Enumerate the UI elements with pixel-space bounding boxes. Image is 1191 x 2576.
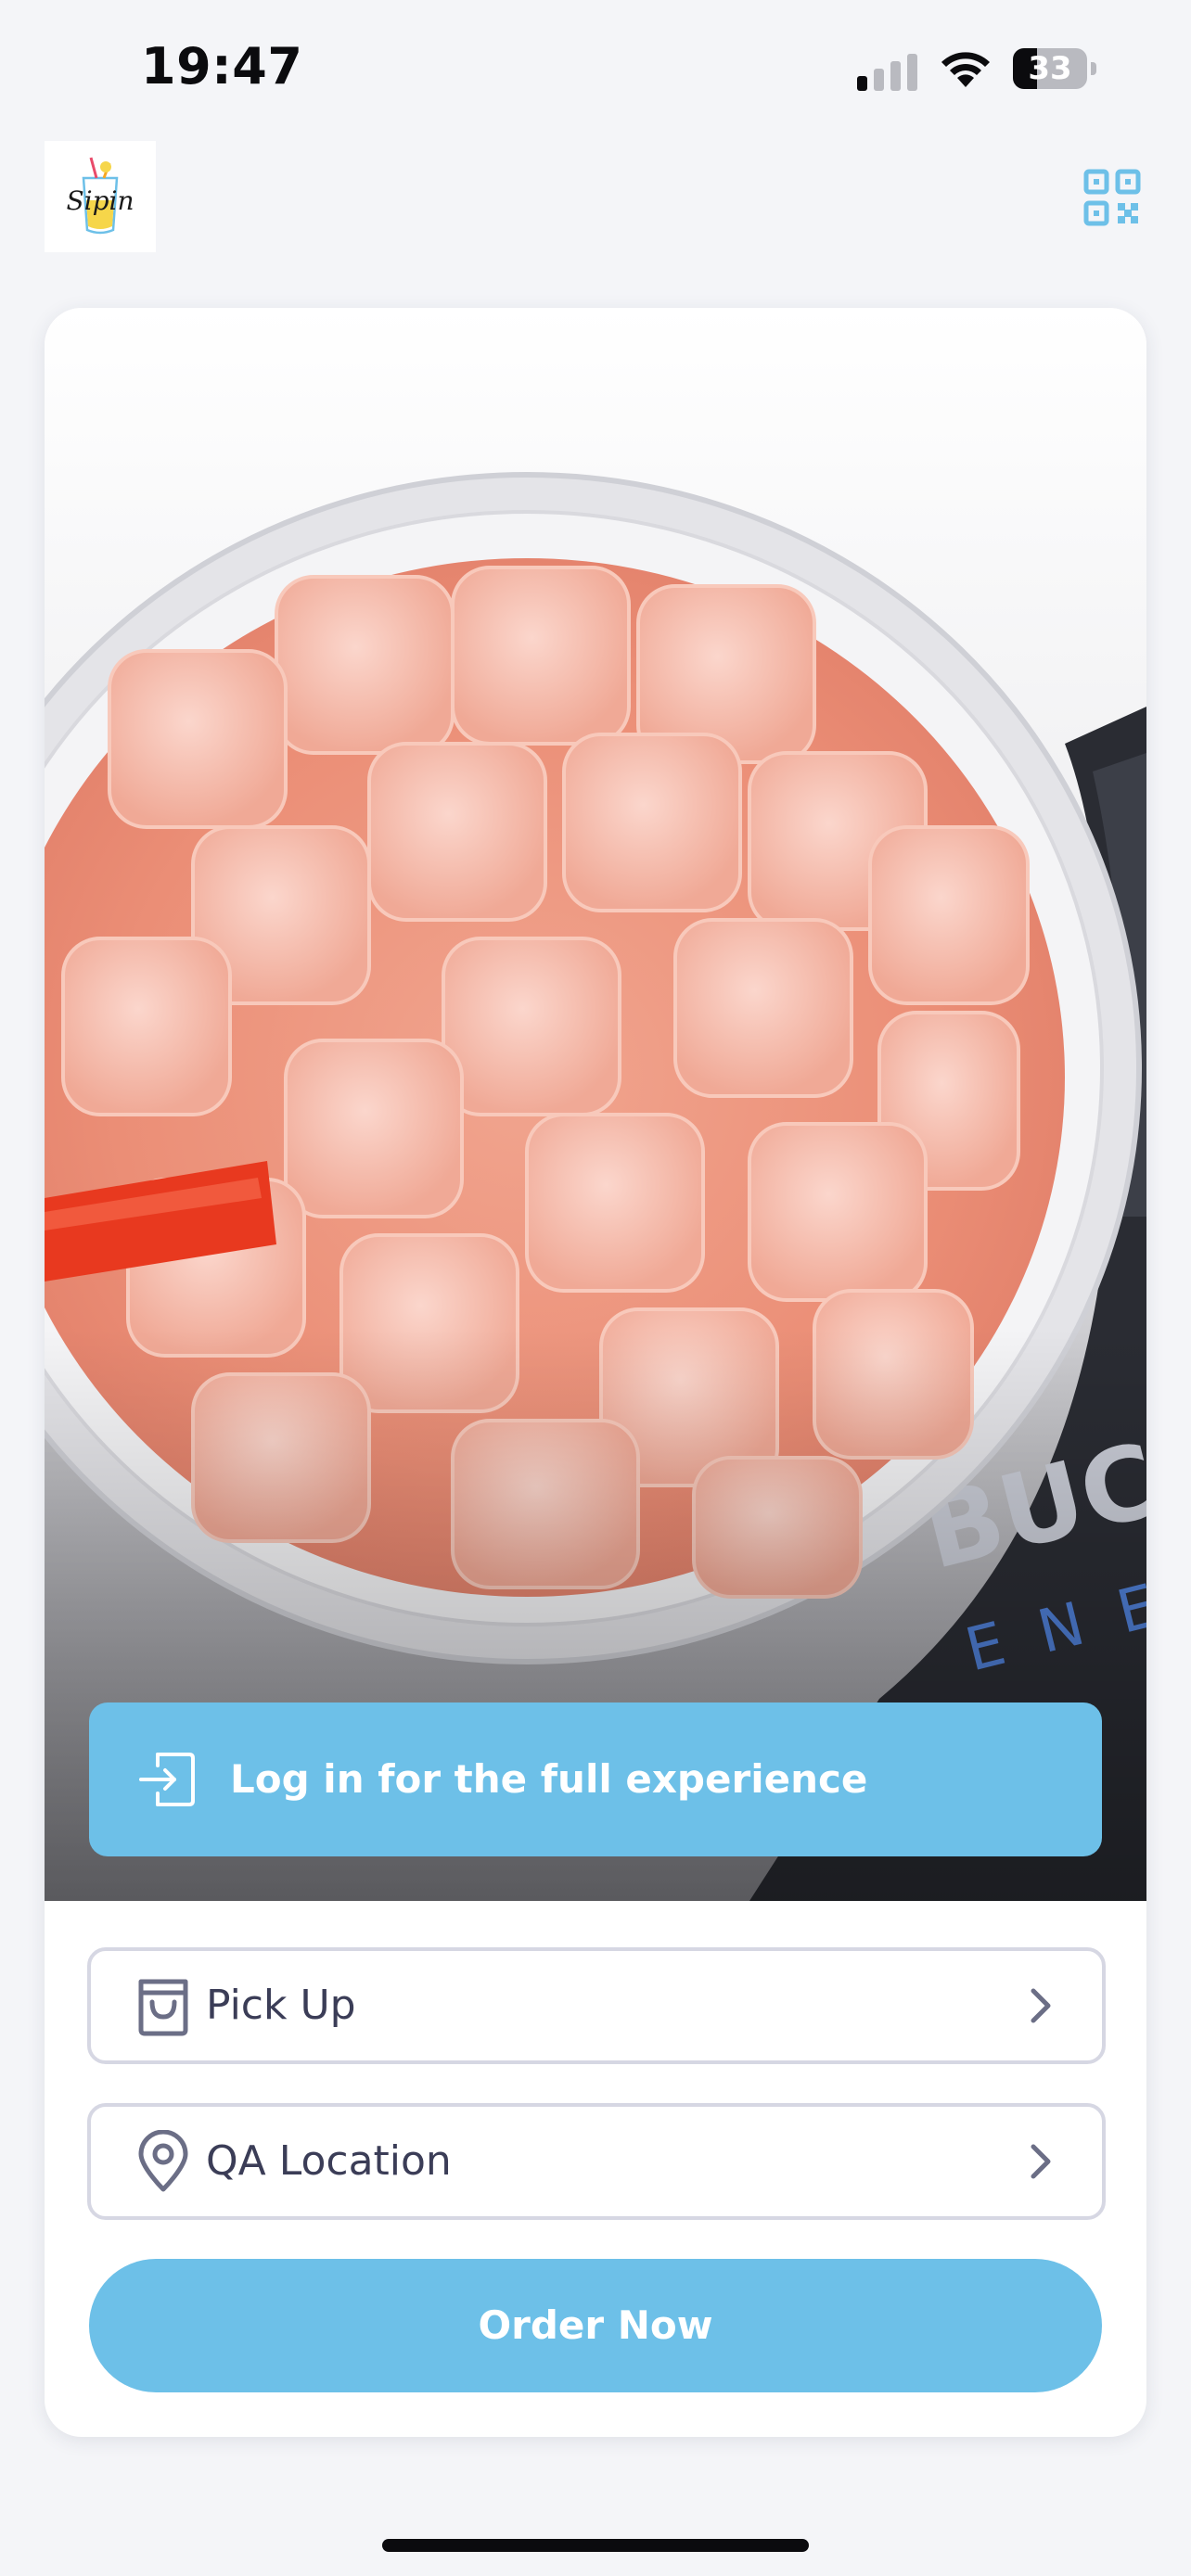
- location-pin-icon: [138, 2130, 188, 2192]
- chevron-right-icon: [1031, 1988, 1051, 2023]
- hero-image: BUCK ENE: [45, 308, 1146, 1901]
- qr-code-icon[interactable]: [1083, 169, 1141, 226]
- pickup-label: Pick Up: [206, 1982, 356, 2029]
- app-logo: Sipin: [45, 141, 156, 252]
- logo-graphic: Sipin: [66, 157, 134, 235]
- battery-cap: [1091, 62, 1096, 75]
- pickup-option[interactable]: Pick Up: [87, 1947, 1106, 2064]
- signal-icon: [857, 54, 917, 91]
- status-time: 19:47: [141, 37, 303, 96]
- status-bar: 19:47 33: [0, 0, 1191, 139]
- battery-level: 33: [1028, 50, 1072, 87]
- location-label: QA Location: [206, 2137, 452, 2185]
- battery-body: 33: [1013, 48, 1087, 89]
- home-indicator[interactable]: [382, 2539, 809, 2552]
- chevron-right-icon: [1031, 2144, 1051, 2179]
- location-option[interactable]: QA Location: [87, 2103, 1106, 2220]
- order-card: BUCK ENE: [45, 308, 1146, 2437]
- iced-drink-photo: BUCK ENE: [45, 308, 1146, 1901]
- battery-icon: 33: [1013, 48, 1096, 89]
- login-icon: [139, 1753, 195, 1806]
- order-now-button[interactable]: Order Now: [89, 2259, 1102, 2392]
- shopping-bag-icon: [138, 1979, 188, 2036]
- svg-text:Sipin: Sipin: [66, 185, 134, 216]
- wifi-icon: [941, 52, 990, 87]
- login-banner[interactable]: Log in for the full experience: [89, 1702, 1102, 1856]
- login-banner-label: Log in for the full experience: [230, 1756, 868, 1802]
